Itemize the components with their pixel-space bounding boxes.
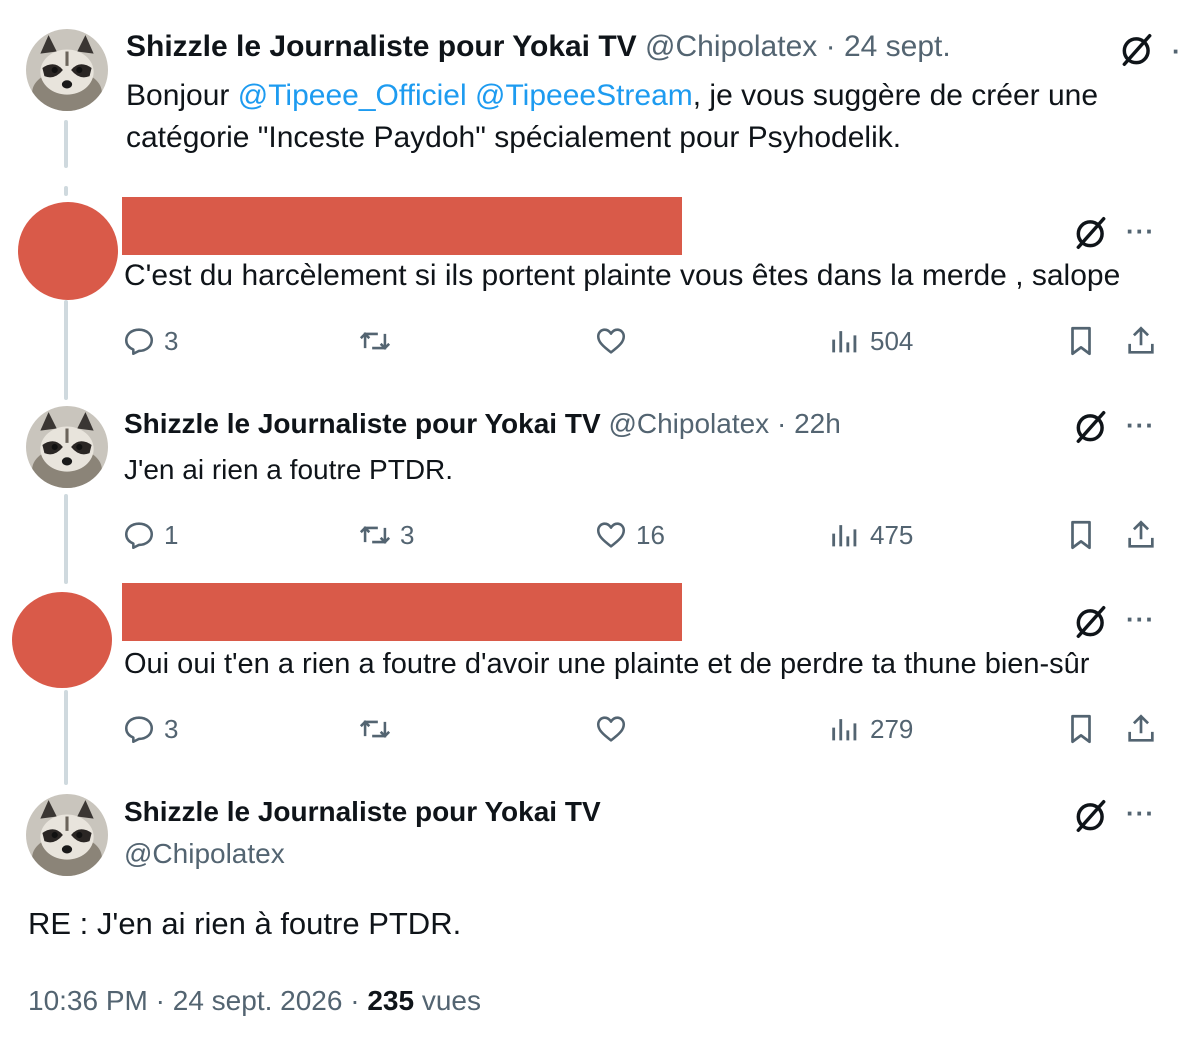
avatar[interactable] (26, 29, 108, 111)
action-bar: 3 504 (122, 319, 1162, 363)
bookmark-icon (1064, 712, 1098, 746)
views-button[interactable]: 504 (828, 319, 913, 363)
like-button[interactable]: 16 (594, 513, 665, 557)
thread-line (64, 186, 68, 196)
grok-icon[interactable] (1072, 603, 1110, 641)
tweet-text: RE : J'en ai rien à foutre PTDR. (28, 906, 462, 941)
thread-line (64, 300, 68, 400)
retweet-icon (358, 518, 392, 552)
bookmark-button[interactable] (1064, 319, 1098, 363)
more-icon[interactable]: ··· (1126, 604, 1155, 635)
reply-count: 1 (164, 519, 179, 550)
retweet-button[interactable] (358, 707, 400, 751)
tweet-time[interactable]: 10:36 PM (28, 985, 148, 1016)
bookmark-button[interactable] (1064, 513, 1098, 557)
share-button[interactable] (1124, 319, 1158, 363)
timestamp[interactable]: 24 sept. (844, 30, 951, 63)
timestamp[interactable]: 22h (794, 408, 841, 439)
views-label: vues (414, 985, 481, 1016)
more-icon[interactable]: ··· (1126, 798, 1155, 829)
reply-icon (122, 712, 156, 746)
like-button[interactable] (594, 707, 636, 751)
retweet-count: 3 (400, 519, 415, 550)
action-bar: 3 279 (122, 707, 1162, 751)
display-name[interactable]: Shizzle le Journaliste pour Yokai TV (126, 30, 637, 63)
more-icon[interactable]: · (1172, 36, 1182, 67)
redacted-avatar (12, 592, 112, 688)
text-segment: catégorie "Inceste Paydoh" spécialement … (126, 121, 902, 154)
thread-line (64, 690, 68, 785)
thread-line (64, 120, 68, 168)
grok-icon[interactable] (1072, 214, 1110, 252)
reply-count: 3 (164, 325, 179, 356)
mention-link[interactable]: @Tipeee_Officiel (238, 79, 467, 112)
views-icon (828, 712, 862, 746)
heart-icon (594, 712, 628, 746)
action-bar: 1 3 16 475 (122, 513, 1162, 557)
tweet-text: Oui oui t'en a rien a foutre d'avoir une… (124, 648, 1090, 680)
grok-icon[interactable] (1118, 31, 1156, 69)
like-count: 16 (636, 519, 665, 550)
grok-icon[interactable] (1072, 797, 1110, 835)
retweet-button[interactable] (358, 319, 400, 363)
views-count: 504 (870, 325, 914, 356)
more-icon[interactable]: ··· (1126, 410, 1155, 441)
redacted-avatar (18, 202, 118, 300)
separator: · (769, 408, 795, 439)
mention-link[interactable]: @TipeeeStream (475, 79, 693, 112)
share-icon (1124, 712, 1158, 746)
tweet-header: Shizzle le Journaliste pour Yokai TV @Ch… (126, 30, 951, 64)
bookmark-button[interactable] (1064, 707, 1098, 751)
tweet-text: Bonjour @Tipeee_Officiel @TipeeeStream, … (126, 75, 1098, 159)
reply-icon (122, 518, 156, 552)
separator: · (147, 985, 173, 1016)
avatar[interactable] (26, 406, 108, 488)
display-name[interactable]: Shizzle le Journaliste pour Yokai TV (124, 796, 601, 828)
reply-button[interactable]: 3 (122, 319, 178, 363)
tweet-text: C'est du harcèlement si ils portent plai… (124, 259, 1121, 292)
share-button[interactable] (1124, 513, 1158, 557)
reply-count: 3 (164, 713, 179, 744)
more-icon[interactable]: ··· (1126, 216, 1155, 247)
like-button[interactable] (594, 319, 636, 363)
share-button[interactable] (1124, 707, 1158, 751)
share-icon (1124, 324, 1158, 358)
tweet-date[interactable]: 24 sept. 2026 (173, 985, 343, 1016)
heart-icon (594, 324, 628, 358)
grok-icon[interactable] (1072, 408, 1110, 446)
handle[interactable]: @Chipolatex (608, 408, 769, 439)
views-icon (828, 324, 862, 358)
reply-button[interactable]: 1 (122, 513, 178, 557)
thread-line (64, 494, 68, 584)
text-segment: Bonjour (126, 79, 238, 112)
tweet-header: Shizzle le Journaliste pour Yokai TV @Ch… (124, 408, 841, 440)
handle[interactable]: @Chipolatex (124, 838, 285, 870)
bookmark-icon (1064, 518, 1098, 552)
reply-button[interactable]: 3 (122, 707, 178, 751)
heart-icon (594, 518, 628, 552)
view-count: 235 (367, 985, 415, 1016)
retweet-icon (358, 712, 392, 746)
handle[interactable]: @Chipolatex (645, 30, 817, 63)
separator: · (817, 30, 844, 63)
views-count: 475 (870, 519, 914, 550)
bookmark-icon (1064, 324, 1098, 358)
retweet-icon (358, 324, 392, 358)
tweet-meta: 10:36 PM · 24 sept. 2026 · 235 vues (28, 985, 481, 1017)
share-icon (1124, 518, 1158, 552)
views-button[interactable]: 279 (828, 707, 913, 751)
views-count: 279 (870, 713, 914, 744)
retweet-button[interactable]: 3 (358, 513, 414, 557)
redacted-name (122, 583, 682, 641)
display-name[interactable]: Shizzle le Journaliste pour Yokai TV (124, 408, 601, 439)
redacted-name (122, 197, 682, 255)
text-segment: , je vous suggère de créer une (692, 79, 1099, 112)
reply-icon (122, 324, 156, 358)
avatar[interactable] (26, 794, 108, 876)
separator: · (342, 985, 368, 1016)
views-icon (828, 518, 862, 552)
views-button[interactable]: 475 (828, 513, 913, 557)
tweet-text: J'en ai rien a foutre PTDR. (124, 454, 454, 485)
